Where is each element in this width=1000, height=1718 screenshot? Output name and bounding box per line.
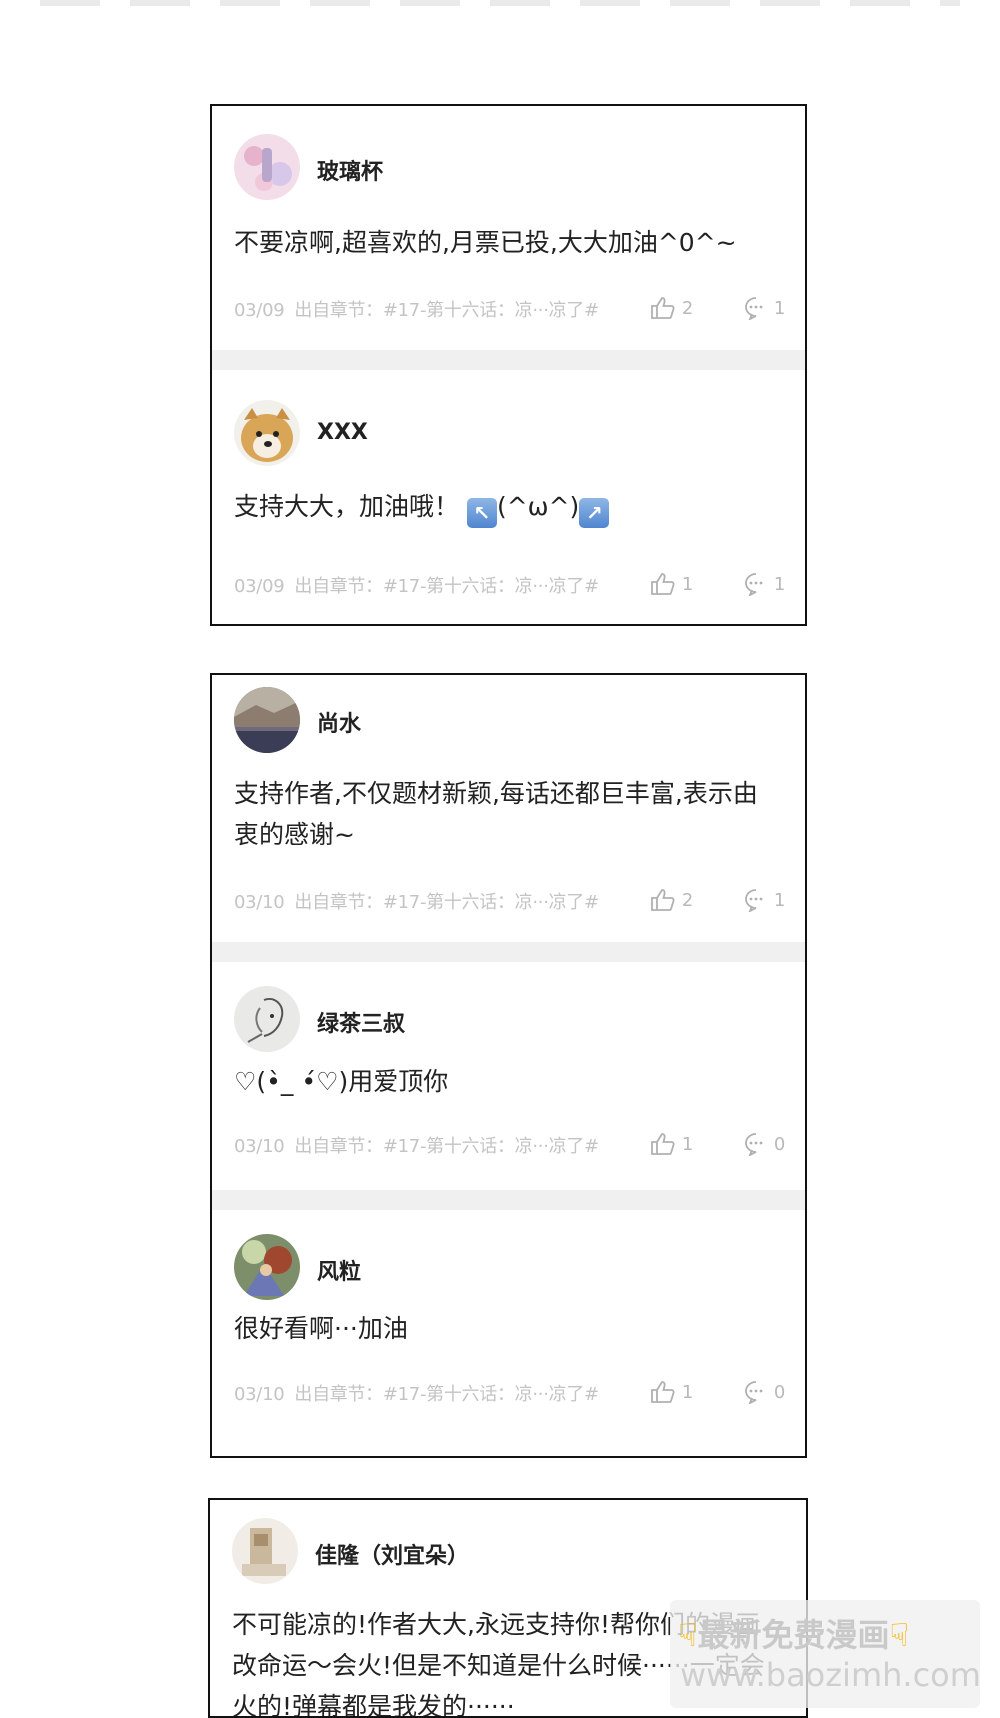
thumbs-up-icon [650,889,675,911]
comment-date: 03/10 [234,1384,285,1405]
comment-item: XXX 支持大大，加油哦！ ↖ (^ω^) ↗ 03/09 出自章节：#17-第十六话… [212,370,805,624]
comment-date: 03/10 [234,1136,285,1157]
comment-text: 很好看啊···加油 [234,1314,408,1343]
comment-item: 风粒 很好看啊···加油 03/10 出自章节：#17-第十六话：凉···凉了# … [212,1210,805,1456]
like-count: 1 [681,573,693,595]
user-avatar[interactable] [234,986,300,1052]
like-button[interactable]: 1 [650,1132,693,1156]
user-avatar[interactable] [234,400,300,466]
username[interactable]: 佳隆（刘宜朵） [315,1538,469,1570]
chapter-source[interactable]: 出自章节：#17-第十六话：凉···凉了# [294,576,599,597]
comment-meta: 03/10 出自章节：#17-第十六话：凉···凉了# 1 0 [234,1132,785,1158]
site-watermark: ☟最新免费漫画☟ www.baozimh.com [670,1600,981,1708]
comment-bubble-icon [744,889,763,912]
comment-bubble-icon [744,1381,763,1404]
comment-divider [212,1190,805,1210]
comment-meta: 03/09 出自章节：#17-第十六话：凉···凉了# 1 1 [234,572,785,598]
like-button[interactable]: 2 [650,296,693,320]
comment-date: 03/10 [234,892,285,913]
chapter-source[interactable]: 出自章节：#17-第十六话：凉···凉了# [294,892,599,913]
comment-item: 玻璃杯 不要凉啊,超喜欢的,月票已投,大大加油^0^~ 03/09 出自章节：#1… [212,106,805,350]
thumbs-up-icon [650,297,675,319]
comment-item: 尚水 支持作者,不仅题材新颖,每话还都巨丰富,表示由衷的感谢~ 03/10 出自章… [212,675,805,942]
user-avatar[interactable] [234,1234,300,1300]
arrow-up-right-emoji-icon: ↗ [579,498,610,528]
reply-button[interactable]: 1 [744,572,785,596]
reply-count: 1 [773,889,785,911]
comment-text-part: (^ω^) [496,492,580,521]
chapter-source[interactable]: 出自章节：#17-第十六话：凉···凉了# [294,1384,599,1405]
username[interactable]: 风粒 [317,1254,361,1286]
comment-divider [212,350,805,370]
thumbs-up-icon [650,573,675,595]
watermark-title: ☟最新免费漫画☟ [678,1610,909,1656]
comment-bubble-icon [744,573,763,596]
username[interactable]: 尚水 [317,706,361,738]
like-button[interactable]: 2 [650,888,693,912]
watermark-url: www.baozimh.com [680,1656,981,1694]
comment-meta: 03/09 出自章节：#17-第十六话：凉···凉了# 2 1 [234,296,785,322]
comment-date: 03/09 [234,300,285,321]
top-cropped-strip [40,0,960,6]
like-button[interactable]: 1 [650,572,693,596]
reply-button[interactable]: 1 [744,888,785,912]
comment-bubble-icon [744,297,763,320]
reply-count: 1 [773,573,785,595]
comment-meta: 03/10 出自章节：#17-第十六话：凉···凉了# 2 1 [234,888,785,914]
reply-count: 0 [773,1381,785,1403]
pointing-down-hand-icon: ☟ [889,1616,909,1654]
user-avatar[interactable] [232,1518,298,1584]
watermark-title-text: 最新免费漫画 [697,1616,890,1654]
user-avatar[interactable] [234,134,300,200]
chapter-source[interactable]: 出自章节：#17-第十六话：凉···凉了# [294,1136,599,1157]
like-count: 2 [681,889,693,911]
reply-button[interactable]: 1 [744,296,785,320]
chapter-source[interactable]: 出自章节：#17-第十六话：凉···凉了# [294,300,599,321]
like-count: 1 [681,1133,693,1155]
username[interactable]: 玻璃杯 [317,154,383,186]
reply-count: 0 [773,1133,785,1155]
comment-meta: 03/10 出自章节：#17-第十六话：凉···凉了# 1 0 [234,1380,785,1406]
username[interactable]: 绿茶三叔 [317,1006,405,1038]
user-avatar[interactable] [234,687,300,753]
comment-text: 支持大大，加油哦！ ↖ (^ω^) ↗ [234,486,779,528]
comment-text: 支持作者,不仅题材新颖,每话还都巨丰富,表示由衷的感谢~ [234,779,758,849]
comment-panel-1: 玻璃杯 不要凉啊,超喜欢的,月票已投,大大加油^0^~ 03/09 出自章节：#1… [210,104,807,626]
like-count: 1 [681,1381,693,1403]
comment-text: 不要凉啊,超喜欢的,月票已投,大大加油^0^~ [234,228,737,257]
comment-bubble-icon [744,1133,763,1156]
comment-text-part: 支持大大，加油哦！ [234,492,460,521]
pointing-down-hand-icon: ☟ [678,1616,698,1654]
like-button[interactable]: 1 [650,1380,693,1404]
username[interactable]: XXX [317,420,368,445]
comment-panel-2: 尚水 支持作者,不仅题材新颖,每话还都巨丰富,表示由衷的感谢~ 03/10 出自章… [210,673,807,1458]
comment-text: ♡(•̀_ •́♡)用爱顶你 [234,1067,449,1096]
reply-button[interactable]: 0 [744,1380,785,1404]
like-count: 2 [681,297,693,319]
reply-button[interactable]: 0 [744,1132,785,1156]
comment-divider [212,942,805,962]
comment-date: 03/09 [234,576,285,597]
thumbs-up-icon [650,1381,675,1403]
reply-count: 1 [773,297,785,319]
comment-item: 绿茶三叔 ♡(•̀_ •́♡)用爱顶你 03/10 出自章节：#17-第十六话：凉… [212,962,805,1190]
arrow-up-left-emoji-icon: ↖ [466,498,497,528]
thumbs-up-icon [650,1133,675,1155]
